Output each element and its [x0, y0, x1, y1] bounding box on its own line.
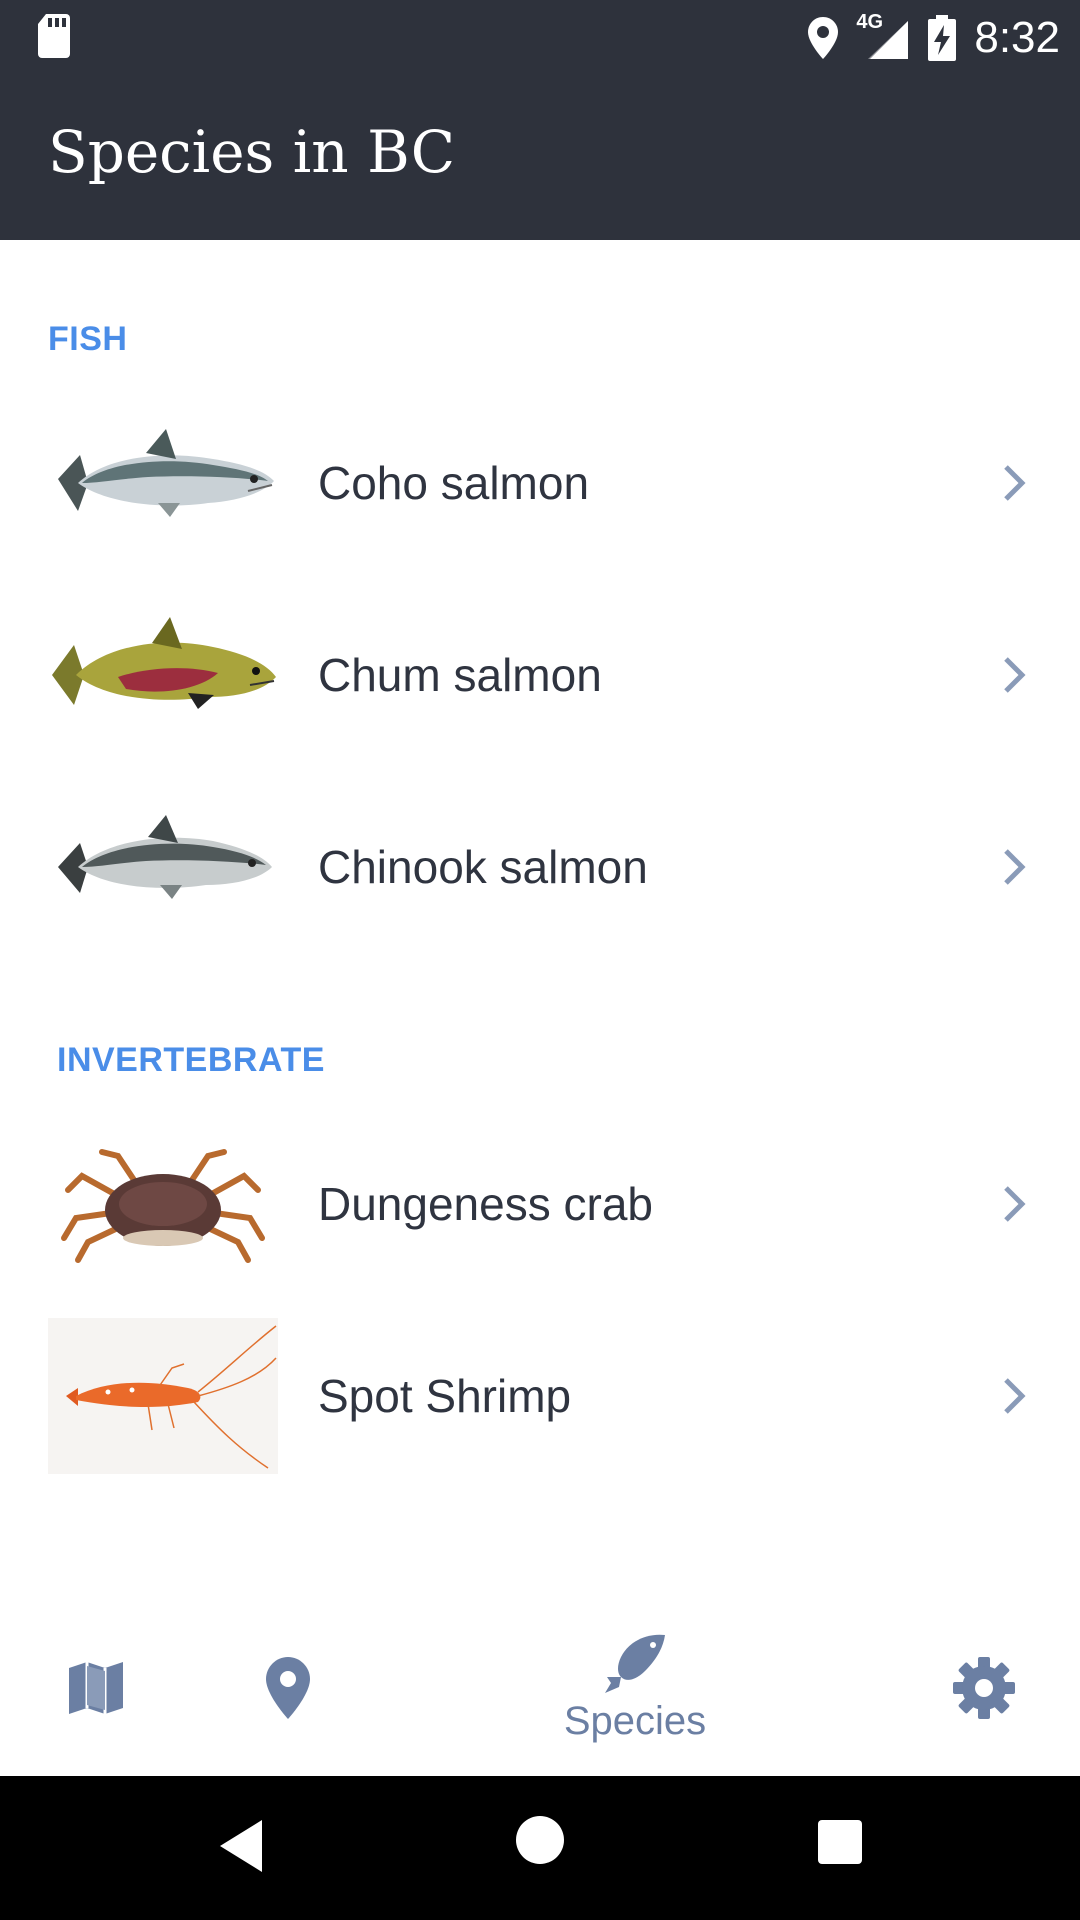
section-header-invertebrate: INVERTEBRATE [57, 1041, 325, 1079]
gear-icon [953, 1657, 1015, 1719]
list-item-dungeness-crab[interactable]: Dungeness crab [0, 1108, 1080, 1300]
chum-salmon-image [52, 617, 276, 709]
status-bar: 4G 8:32 [0, 0, 1080, 78]
species-list[interactable]: FISH Coho salmon Chum salmon Chinook sal… [0, 240, 1080, 1600]
bottom-nav: Species [0, 1600, 1080, 1776]
chevron-right-icon [1004, 849, 1026, 885]
list-item-chum-salmon[interactable]: Chum salmon [0, 579, 1080, 771]
list-item-label: Chum salmon [318, 649, 602, 701]
nav-species-label: Species [563, 1698, 707, 1743]
chevron-right-icon [1004, 465, 1026, 501]
chevron-right-icon [1004, 657, 1026, 693]
back-icon[interactable] [216, 1818, 266, 1874]
list-item-label: Spot Shrimp [318, 1370, 572, 1422]
chevron-right-icon [1004, 1378, 1026, 1414]
battery-charging-icon [928, 15, 957, 61]
app-bar: Species in BC [0, 78, 1080, 240]
list-item-label: Coho salmon [318, 457, 590, 509]
sd-card-icon [38, 14, 70, 58]
chevron-right-icon [1004, 1186, 1026, 1222]
coho-salmon-image [58, 429, 274, 517]
map-icon [69, 1662, 123, 1714]
spot-shrimp-image [48, 1318, 278, 1474]
list-item-spot-shrimp[interactable]: Spot Shrimp [0, 1300, 1080, 1492]
system-nav-bar [0, 1776, 1080, 1920]
list-item-label: Dungeness crab [318, 1178, 653, 1230]
signal-icon: 4G [856, 11, 910, 61]
nav-map[interactable] [46, 1600, 146, 1776]
chinook-salmon-image [58, 815, 272, 899]
location-pin-icon [266, 1657, 310, 1719]
list-item-label: Chinook salmon [318, 841, 648, 893]
list-item-chinook-salmon[interactable]: Chinook salmon [0, 771, 1080, 963]
location-icon [808, 17, 839, 59]
home-icon[interactable] [514, 1814, 566, 1866]
dungeness-crab-image [61, 1149, 265, 1263]
list-item-coho-salmon[interactable]: Coho salmon [0, 387, 1080, 579]
nav-location[interactable] [238, 1600, 338, 1776]
nav-settings[interactable] [934, 1600, 1034, 1776]
fish-icon [605, 1634, 665, 1693]
page-title: Species in BC [48, 118, 456, 186]
clock: 8:32 [974, 13, 1060, 62]
nav-species[interactable]: Species [530, 1600, 740, 1776]
section-header-fish: FISH [48, 320, 128, 358]
recents-icon[interactable] [816, 1818, 864, 1866]
